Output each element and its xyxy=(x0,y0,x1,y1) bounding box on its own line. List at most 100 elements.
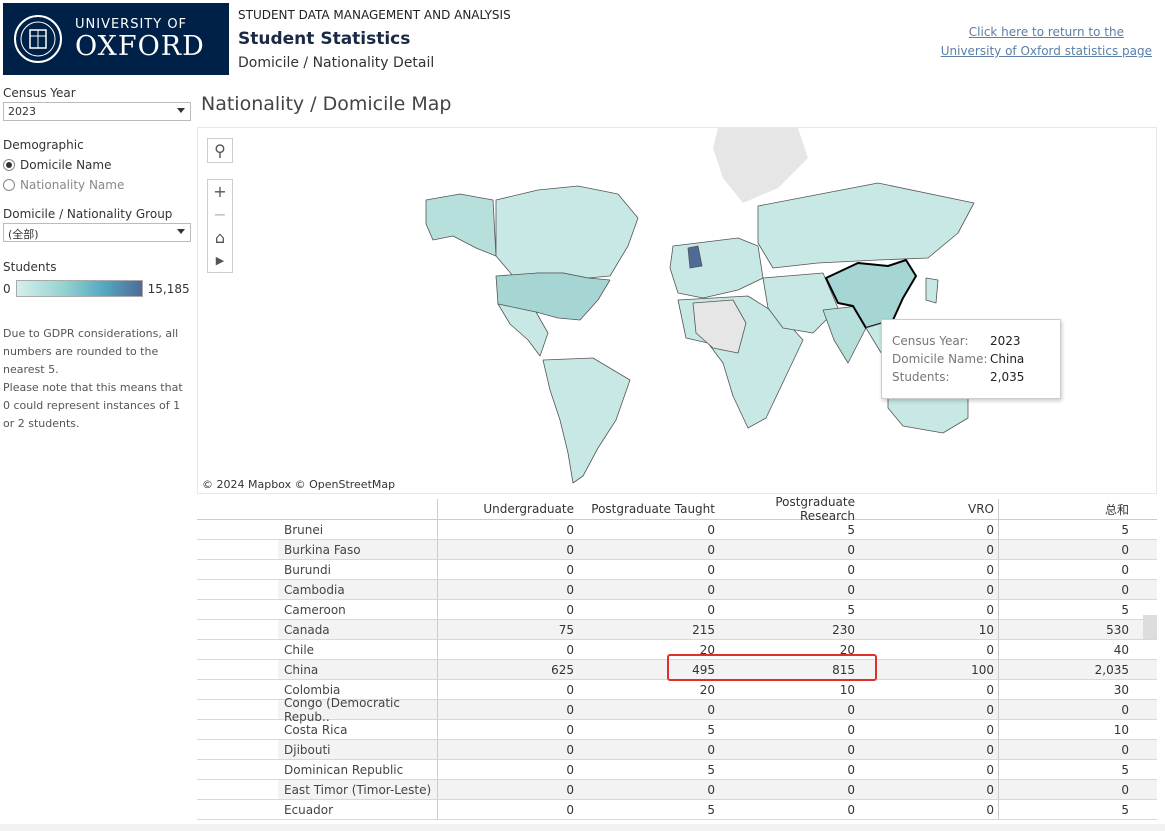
row-cell[interactable]: 75 xyxy=(438,623,578,637)
table-row[interactable]: Dominican Republic 0 5 0 0 5 xyxy=(197,760,1157,780)
row-cell[interactable]: 5 xyxy=(999,803,1133,817)
row-cell[interactable]: 2,035 xyxy=(999,663,1133,677)
row-cell[interactable]: 0 xyxy=(438,763,578,777)
row-country-name[interactable]: East Timor (Timor-Leste) xyxy=(278,780,438,799)
row-cell[interactable]: 0 xyxy=(438,723,578,737)
zoom-in-icon[interactable]: + xyxy=(208,180,232,203)
row-cell[interactable]: 0 xyxy=(719,543,859,557)
row-cell[interactable]: 0 xyxy=(578,703,719,717)
table-row[interactable]: Burundi 0 0 0 0 0 xyxy=(197,560,1157,580)
radio-domicile-name[interactable]: Domicile Name xyxy=(3,158,191,172)
row-country-name[interactable]: Cameroon xyxy=(278,600,438,619)
row-cell[interactable]: 0 xyxy=(999,783,1133,797)
row-cell[interactable]: 5 xyxy=(999,523,1133,537)
row-cell[interactable]: 0 xyxy=(719,703,859,717)
return-statistics-link[interactable]: Click here to return to the University o… xyxy=(941,23,1152,61)
table-row[interactable]: Costa Rica 0 5 0 0 10 xyxy=(197,720,1157,740)
row-cell[interactable]: 0 xyxy=(999,583,1133,597)
row-cell[interactable]: 5 xyxy=(578,803,719,817)
group-select[interactable]: (全部) xyxy=(3,223,191,242)
radio-unselected-icon[interactable] xyxy=(3,179,15,191)
row-country-name[interactable]: Brunei xyxy=(278,520,438,539)
row-cell[interactable]: 10 xyxy=(859,620,999,639)
census-year-select[interactable]: 2023 xyxy=(3,102,191,121)
header-total[interactable]: 总和 xyxy=(999,501,1133,518)
row-cell[interactable]: 0 xyxy=(859,800,999,819)
row-cell[interactable]: 0 xyxy=(578,543,719,557)
map-search-tool[interactable]: ⚲ xyxy=(207,138,233,163)
row-cell[interactable]: 0 xyxy=(438,583,578,597)
row-cell[interactable]: 0 xyxy=(719,783,859,797)
row-cell[interactable]: 0 xyxy=(859,600,999,619)
table-row[interactable]: Brunei 0 0 5 0 5 xyxy=(197,520,1157,540)
header-postgraduate-taught[interactable]: Postgraduate Taught xyxy=(578,502,719,516)
row-cell[interactable]: 5 xyxy=(578,763,719,777)
header-vro[interactable]: VRO xyxy=(859,499,999,519)
row-country-name[interactable]: Dominican Republic xyxy=(278,760,438,779)
map-attribution[interactable]: © 2024 Mapbox © OpenStreetMap xyxy=(202,478,395,491)
row-country-name[interactable]: Cambodia xyxy=(278,580,438,599)
row-cell[interactable]: 0 xyxy=(719,723,859,737)
row-cell[interactable]: 530 xyxy=(999,623,1133,637)
row-cell[interactable]: 0 xyxy=(438,603,578,617)
world-map[interactable]: ⚲ + − ⌂ ▶ Census Year: 2023 Domicile Name… xyxy=(197,127,1157,494)
row-country-name[interactable]: Chile xyxy=(278,640,438,659)
table-row[interactable]: Ecuador 0 5 0 0 5 xyxy=(197,800,1157,820)
row-cell[interactable]: 0 xyxy=(859,560,999,579)
row-cell[interactable]: 0 xyxy=(999,743,1133,757)
map-region-greenland[interactable] xyxy=(713,128,808,203)
row-cell[interactable]: 0 xyxy=(859,580,999,599)
row-cell[interactable]: 0 xyxy=(578,563,719,577)
row-cell[interactable]: 0 xyxy=(859,520,999,539)
row-cell[interactable]: 0 xyxy=(578,743,719,757)
row-cell[interactable]: 0 xyxy=(859,700,999,719)
row-cell[interactable]: 0 xyxy=(438,563,578,577)
row-cell[interactable]: 20 xyxy=(578,683,719,697)
table-row[interactable]: Cameroon 0 0 5 0 5 xyxy=(197,600,1157,620)
play-icon[interactable]: ▶ xyxy=(208,249,232,272)
header-undergraduate[interactable]: Undergraduate xyxy=(438,502,578,516)
row-cell[interactable]: 0 xyxy=(578,523,719,537)
row-cell[interactable]: 0 xyxy=(438,703,578,717)
row-cell[interactable]: 40 xyxy=(999,643,1133,657)
row-cell[interactable]: 0 xyxy=(859,760,999,779)
row-cell[interactable]: 0 xyxy=(578,603,719,617)
row-cell[interactable]: 0 xyxy=(438,523,578,537)
row-country-name[interactable]: China xyxy=(278,660,438,679)
row-cell[interactable]: 0 xyxy=(438,803,578,817)
row-cell[interactable]: 30 xyxy=(999,683,1133,697)
map-region-japan[interactable] xyxy=(925,277,939,304)
table-scrollbar[interactable] xyxy=(1143,615,1157,639)
row-cell[interactable]: 0 xyxy=(578,583,719,597)
return-link-line2[interactable]: University of Oxford statistics page xyxy=(941,42,1152,61)
row-cell[interactable]: 10 xyxy=(719,683,859,697)
map-region-europe[interactable] xyxy=(669,237,764,299)
return-link-line1[interactable]: Click here to return to the xyxy=(941,23,1152,42)
row-cell[interactable]: 5 xyxy=(999,763,1133,777)
radio-selected-icon[interactable] xyxy=(3,159,15,171)
row-cell[interactable]: 5 xyxy=(719,603,859,617)
row-cell[interactable]: 100 xyxy=(859,660,999,679)
row-cell[interactable]: 0 xyxy=(859,740,999,759)
table-row[interactable]: Cambodia 0 0 0 0 0 xyxy=(197,580,1157,600)
zoom-out-icon[interactable]: − xyxy=(208,203,232,226)
row-cell[interactable]: 230 xyxy=(719,623,859,637)
row-country-name[interactable]: Congo (Democratic Repub.. xyxy=(278,696,438,724)
map-canvas[interactable] xyxy=(198,128,1157,494)
row-cell[interactable]: 0 xyxy=(999,563,1133,577)
row-country-name[interactable]: Djibouti xyxy=(278,740,438,759)
row-country-name[interactable]: Canada xyxy=(278,620,438,639)
row-cell[interactable]: 0 xyxy=(859,540,999,559)
map-region-canada[interactable] xyxy=(495,185,639,279)
row-country-name[interactable]: Costa Rica xyxy=(278,720,438,739)
row-cell[interactable]: 0 xyxy=(859,780,999,799)
row-cell[interactable]: 0 xyxy=(999,703,1133,717)
row-cell[interactable]: 0 xyxy=(438,543,578,557)
row-cell[interactable]: 0 xyxy=(719,583,859,597)
search-icon[interactable]: ⚲ xyxy=(208,139,232,162)
row-cell[interactable]: 0 xyxy=(719,743,859,757)
row-cell[interactable]: 5 xyxy=(578,723,719,737)
table-row[interactable]: Canada 75 215 230 10 530 xyxy=(197,620,1157,640)
row-cell[interactable]: 0 xyxy=(859,680,999,699)
row-cell[interactable]: 0 xyxy=(438,643,578,657)
